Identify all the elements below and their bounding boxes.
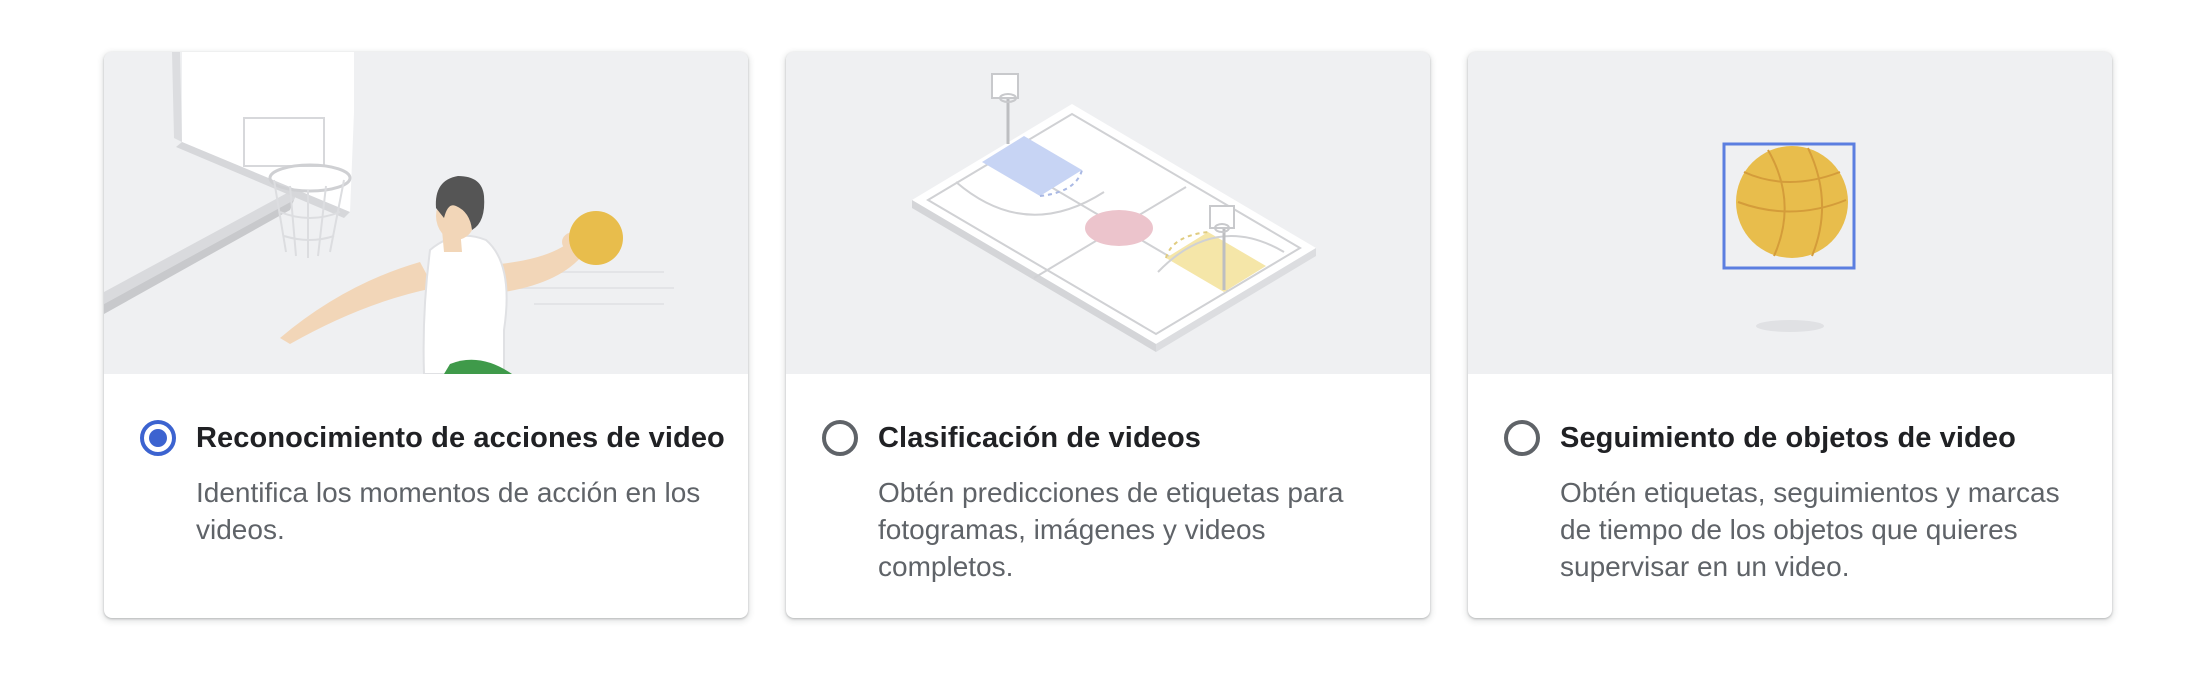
basketball-player-dunk-icon — [104, 52, 748, 374]
option-card-video-classification[interactable]: Clasificación de videos Obtén prediccion… — [786, 52, 1430, 618]
illustration-video-classification — [786, 52, 1430, 374]
option-row-video-classification[interactable]: Clasificación de videos — [822, 420, 1394, 456]
objective-options: Reconocimiento de acciones de video Iden… — [104, 52, 2114, 618]
illustration-object-tracking — [1468, 52, 2112, 374]
tracked-basketball-icon — [1468, 52, 2112, 374]
option-row-action-recognition[interactable]: Reconocimiento de acciones de video — [140, 420, 725, 456]
option-title: Reconocimiento de acciones de video — [196, 421, 725, 454]
illustration-action-recognition — [104, 52, 748, 374]
option-title: Seguimiento de objetos de video — [1560, 421, 2016, 454]
option-card-action-recognition[interactable]: Reconocimiento de acciones de video Iden… — [104, 52, 748, 618]
radio-action-recognition[interactable] — [140, 420, 176, 456]
option-title: Clasificación de videos — [878, 421, 1202, 454]
radio-video-classification[interactable] — [822, 420, 858, 456]
option-description: Identifica los momentos de acción en los… — [196, 477, 701, 545]
option-description: Obtén predicciones de etiquetas para fot… — [878, 477, 1344, 582]
option-row-object-tracking[interactable]: Seguimiento de objetos de video — [1504, 420, 2076, 456]
option-description: Obtén etiquetas, seguimientos y marcas d… — [1560, 477, 2060, 582]
radio-object-tracking[interactable] — [1504, 420, 1540, 456]
option-card-object-tracking[interactable]: Seguimiento de objetos de video Obtén et… — [1468, 52, 2112, 618]
basketball-court-icon — [786, 52, 1430, 374]
